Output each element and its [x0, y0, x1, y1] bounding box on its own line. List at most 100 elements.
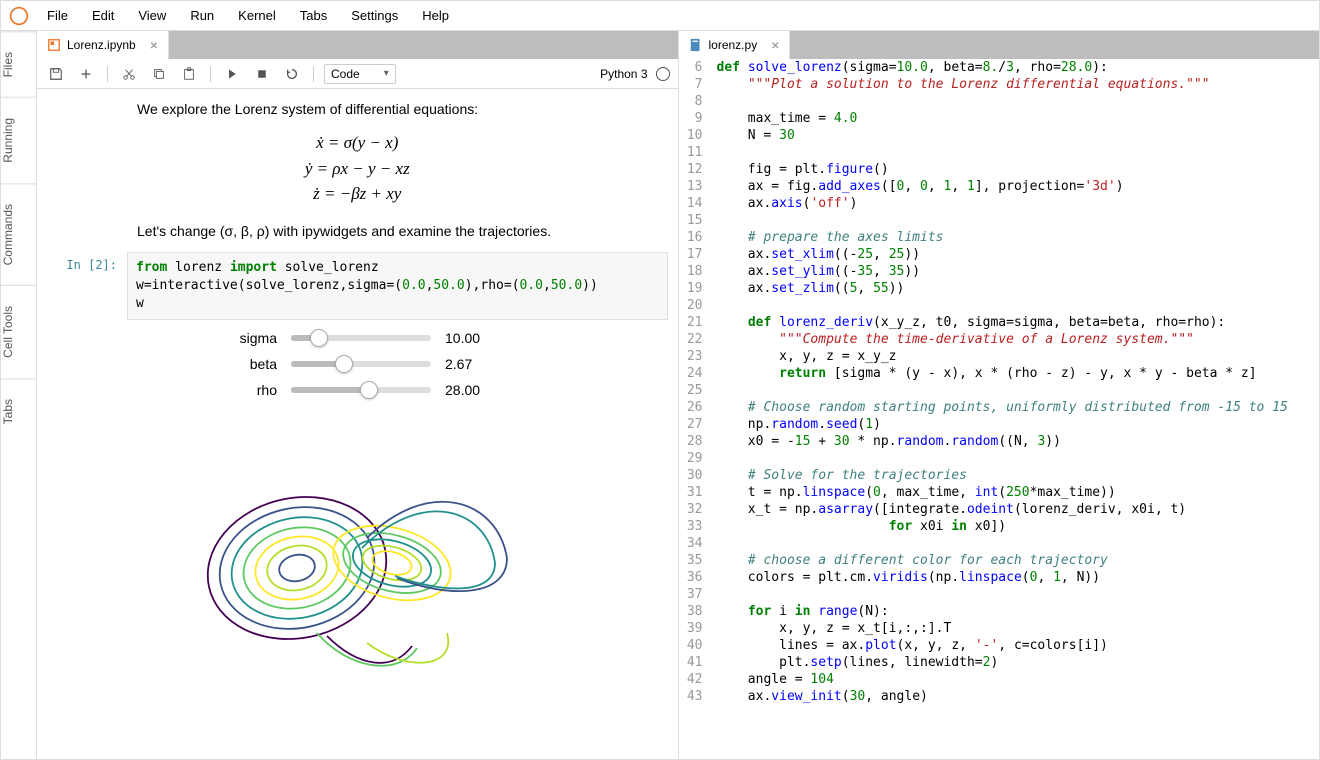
save-button[interactable] — [45, 63, 67, 85]
line-number: 37 — [679, 586, 711, 603]
code-editor[interactable]: 6def solve_lorenz(sigma=10.0, beta=8./3,… — [679, 59, 1320, 759]
run-button[interactable] — [221, 63, 243, 85]
editor-line[interactable]: 6def solve_lorenz(sigma=10.0, beta=8./3,… — [679, 59, 1320, 76]
editor-line[interactable]: 25 — [679, 382, 1320, 399]
chevron-down-icon: ▾ — [384, 68, 389, 79]
line-number: 31 — [679, 484, 711, 501]
editor-line[interactable]: 36 colors = plt.cm.viridis(np.linspace(0… — [679, 569, 1320, 586]
slider-value: 2.67 — [445, 356, 505, 372]
editor-line[interactable]: 21 def lorenz_deriv(x_y_z, t0, sigma=sig… — [679, 314, 1320, 331]
editor-line[interactable]: 10 N = 30 — [679, 127, 1320, 144]
editor-line[interactable]: 41 plt.setp(lines, linewidth=2) — [679, 654, 1320, 671]
slider-thumb[interactable] — [360, 381, 378, 399]
editor-line[interactable]: 30 # Solve for the trajectories — [679, 467, 1320, 484]
menu-kernel[interactable]: Kernel — [238, 8, 276, 23]
line-number: 13 — [679, 178, 711, 195]
editor-line[interactable]: 33 for x0i in x0]) — [679, 518, 1320, 535]
sidebar-tab-cell-tools[interactable]: Cell Tools — [1, 285, 36, 378]
cut-button[interactable] — [118, 63, 140, 85]
line-number: 35 — [679, 552, 711, 569]
editor-line[interactable]: 16 # prepare the axes limits — [679, 229, 1320, 246]
menu-file[interactable]: File — [47, 8, 68, 23]
slider-rho: rho 28.00 — [137, 382, 668, 398]
slider-sigma: sigma 10.00 — [137, 330, 668, 346]
editor-line[interactable]: 29 — [679, 450, 1320, 467]
sidebar-tab-commands[interactable]: Commands — [1, 183, 36, 285]
close-tab-icon[interactable]: × — [771, 37, 779, 53]
line-number: 19 — [679, 280, 711, 297]
menu-run[interactable]: Run — [190, 8, 214, 23]
menu-settings[interactable]: Settings — [351, 8, 398, 23]
line-number: 39 — [679, 620, 711, 637]
slider-value: 10.00 — [445, 330, 505, 346]
editor-line[interactable]: 22 """Compute the time-derivative of a L… — [679, 331, 1320, 348]
slider-thumb[interactable] — [310, 329, 328, 347]
stop-button[interactable] — [251, 63, 273, 85]
editor-line[interactable]: 12 fig = plt.figure() — [679, 161, 1320, 178]
kernel-name[interactable]: Python 3 — [600, 67, 647, 81]
notebook-tabbar: Lorenz.ipynb × — [37, 31, 678, 59]
sidebar-tab-running[interactable]: Running — [1, 97, 36, 183]
slider-thumb[interactable] — [335, 355, 353, 373]
line-number: 43 — [679, 688, 711, 705]
paste-button[interactable] — [178, 63, 200, 85]
restart-button[interactable] — [281, 63, 303, 85]
close-tab-icon[interactable]: × — [150, 37, 158, 53]
menu-help[interactable]: Help — [422, 8, 449, 23]
editor-line[interactable]: 26 # Choose random starting points, unif… — [679, 399, 1320, 416]
kernel-status-icon[interactable] — [656, 67, 670, 81]
editor-line[interactable]: 24 return [sigma * (y - x), x * (rho - z… — [679, 365, 1320, 382]
notebook-content[interactable]: We explore the Lorenz system of differen… — [37, 89, 678, 759]
editor-line[interactable]: 42 angle = 104 — [679, 671, 1320, 688]
editor-line[interactable]: 8 — [679, 93, 1320, 110]
editor-line[interactable]: 20 — [679, 297, 1320, 314]
editor-line[interactable]: 43 ax.view_init(30, angle) — [679, 688, 1320, 705]
editor-tabbar: lorenz.py × — [679, 31, 1320, 59]
editor-line[interactable]: 13 ax = fig.add_axes([0, 0, 1, 1], proje… — [679, 178, 1320, 195]
editor-line[interactable]: 35 # choose a different color for each t… — [679, 552, 1320, 569]
editor-line[interactable]: 7 """Plot a solution to the Lorenz diffe… — [679, 76, 1320, 93]
slider-track[interactable] — [291, 335, 431, 341]
editor-line[interactable]: 23 x, y, z = x_y_z — [679, 348, 1320, 365]
editor-line[interactable]: 19 ax.set_zlim((5, 55)) — [679, 280, 1320, 297]
code-input[interactable]: from lorenz import solve_lorenz w=intera… — [127, 252, 668, 321]
editor-line[interactable]: 17 ax.set_xlim((-25, 25)) — [679, 246, 1320, 263]
editor-line[interactable]: 32 x_t = np.asarray([integrate.odeint(lo… — [679, 501, 1320, 518]
sidebar-tab-tabs[interactable]: Tabs — [1, 378, 36, 444]
line-number: 23 — [679, 348, 711, 365]
editor-line[interactable]: 14 ax.axis('off') — [679, 195, 1320, 212]
add-cell-button[interactable] — [75, 63, 97, 85]
editor-line[interactable]: 18 ax.set_ylim((-35, 35)) — [679, 263, 1320, 280]
sidebar-tab-files[interactable]: Files — [1, 31, 36, 97]
editor-line[interactable]: 34 — [679, 535, 1320, 552]
code-cell[interactable]: In [2]: from lorenz import solve_lorenz … — [47, 252, 668, 321]
line-number: 8 — [679, 93, 711, 110]
editor-line[interactable]: 11 — [679, 144, 1320, 161]
editor-line[interactable]: 9 max_time = 4.0 — [679, 110, 1320, 127]
editor-line[interactable]: 15 — [679, 212, 1320, 229]
slider-track[interactable] — [291, 361, 431, 367]
editor-line[interactable]: 31 t = np.linspace(0, max_time, int(250*… — [679, 484, 1320, 501]
slider-track[interactable] — [291, 387, 431, 393]
line-number: 25 — [679, 382, 711, 399]
cell-type-select[interactable]: Code ▾ — [324, 64, 396, 84]
editor-line[interactable]: 28 x0 = -15 + 30 * np.random.random((N, … — [679, 433, 1320, 450]
notebook-toolbar: Code ▾ Python 3 — [37, 59, 678, 89]
editor-line[interactable]: 39 x, y, z = x_t[i,:,:].T — [679, 620, 1320, 637]
line-number: 41 — [679, 654, 711, 671]
editor-line[interactable]: 37 — [679, 586, 1320, 603]
menu-view[interactable]: View — [138, 8, 166, 23]
lorenz-plot — [167, 418, 668, 701]
tab-label: Lorenz.ipynb — [67, 38, 136, 52]
slider-label: beta — [137, 356, 277, 372]
copy-button[interactable] — [148, 63, 170, 85]
line-number: 42 — [679, 671, 711, 688]
editor-line[interactable]: 27 np.random.seed(1) — [679, 416, 1320, 433]
editor-line[interactable]: 40 lines = ax.plot(x, y, z, '-', c=color… — [679, 637, 1320, 654]
tab-lorenz-py[interactable]: lorenz.py × — [679, 31, 791, 59]
editor-line[interactable]: 38 for i in range(N): — [679, 603, 1320, 620]
menu-tabs[interactable]: Tabs — [300, 8, 327, 23]
jupyter-logo-icon — [9, 6, 29, 26]
tab-lorenz-ipynb[interactable]: Lorenz.ipynb × — [37, 31, 169, 59]
menu-edit[interactable]: Edit — [92, 8, 114, 23]
